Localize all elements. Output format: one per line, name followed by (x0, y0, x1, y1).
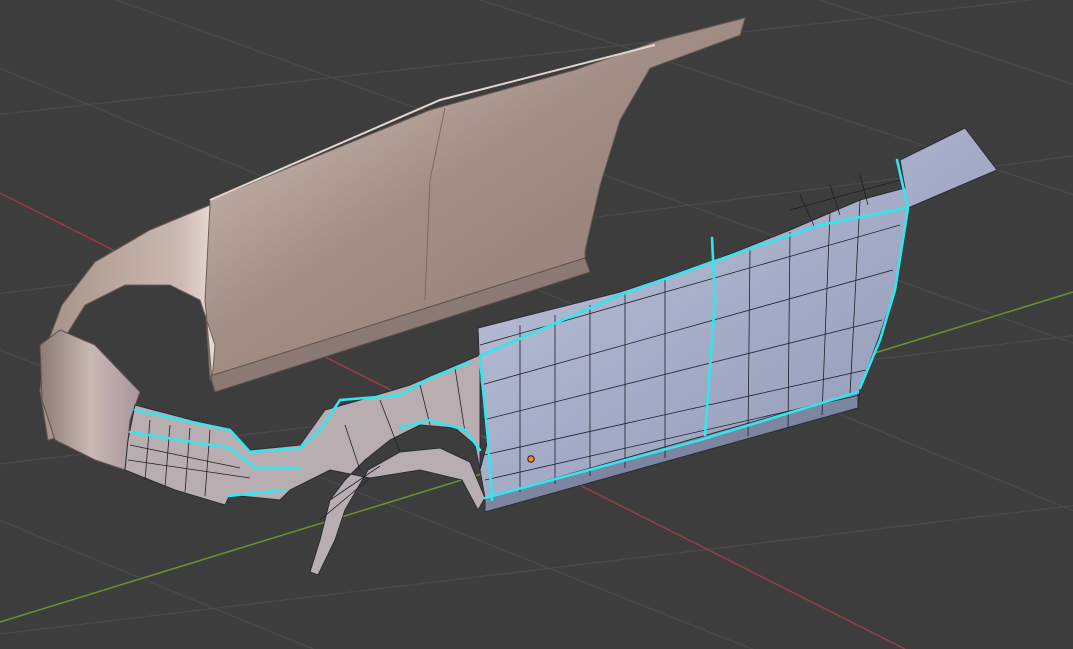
origin-dot-icon[interactable] (527, 455, 535, 463)
3d-viewport[interactable] (0, 0, 1073, 649)
edited-fender[interactable] (124, 354, 486, 576)
reference-front-bumper[interactable] (39, 329, 141, 471)
viewport-canvas[interactable] (0, 0, 1073, 649)
